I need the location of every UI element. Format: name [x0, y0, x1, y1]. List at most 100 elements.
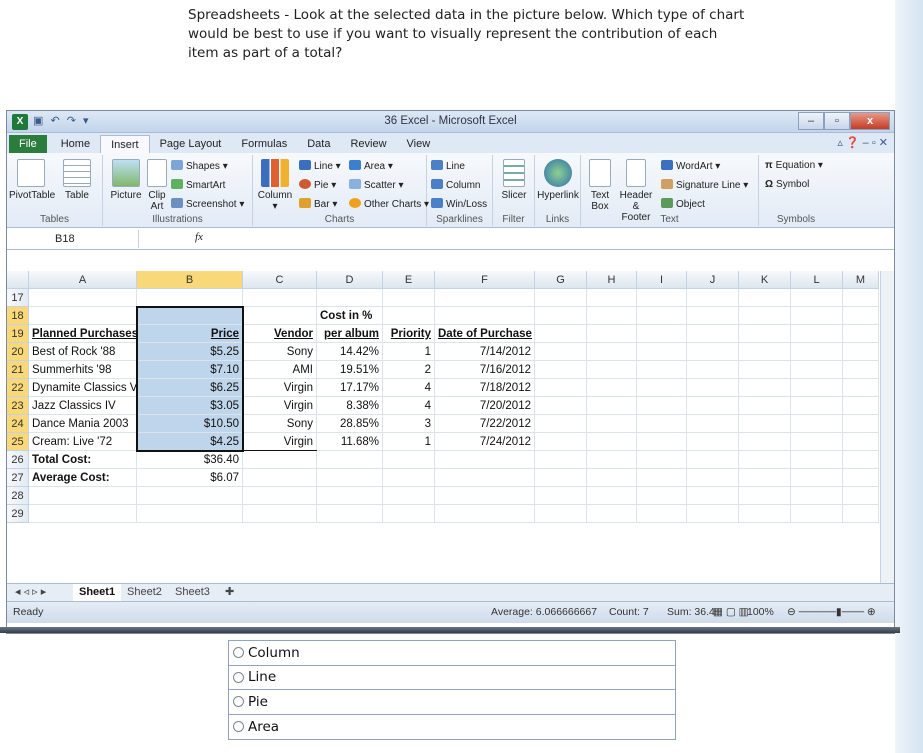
- grid-cell[interactable]: [687, 415, 739, 433]
- grid-cell[interactable]: [843, 289, 879, 307]
- slicer-button[interactable]: Slicer: [497, 159, 531, 201]
- cell-e21[interactable]: 2: [383, 361, 435, 379]
- grid-cell[interactable]: [791, 469, 843, 487]
- grid-cell[interactable]: [739, 415, 791, 433]
- column-header-m[interactable]: M: [843, 271, 879, 289]
- cell-d20[interactable]: 14.42%: [317, 343, 383, 361]
- grid-cell[interactable]: [317, 505, 383, 523]
- grid-cell[interactable]: [587, 433, 637, 451]
- grid-cell[interactable]: [435, 451, 535, 469]
- cell-a26[interactable]: Total Cost:: [29, 451, 137, 469]
- cell-c25[interactable]: Virgin: [243, 433, 317, 451]
- cell-e20[interactable]: 1: [383, 343, 435, 361]
- cell-b24[interactable]: $10.50: [137, 415, 243, 433]
- grid-cell[interactable]: [791, 379, 843, 397]
- name-box[interactable]: B18: [7, 230, 139, 248]
- cell-c20[interactable]: Sony: [243, 343, 317, 361]
- close-button[interactable]: x: [850, 112, 890, 130]
- bar-chart-button[interactable]: Bar ▾: [299, 198, 337, 211]
- cell-f25[interactable]: 7/24/2012: [435, 433, 535, 451]
- row-header-19[interactable]: 19: [7, 325, 29, 343]
- cell-c21[interactable]: AMI: [243, 361, 317, 379]
- grid-cell[interactable]: [687, 343, 739, 361]
- grid-cell[interactable]: [739, 397, 791, 415]
- grid-cell[interactable]: [137, 289, 243, 307]
- column-header-i[interactable]: I: [637, 271, 687, 289]
- grid-cell[interactable]: [535, 361, 587, 379]
- grid-cell[interactable]: [243, 451, 317, 469]
- cell-e25[interactable]: 1: [383, 433, 435, 451]
- grid-cell[interactable]: [243, 505, 317, 523]
- grid-cell[interactable]: [843, 487, 879, 505]
- textbox-button[interactable]: Text Box: [585, 159, 615, 212]
- tab-sheet1[interactable]: Sheet1: [73, 584, 122, 601]
- grid-cell[interactable]: [739, 487, 791, 505]
- column-header-d[interactable]: D: [317, 271, 383, 289]
- minimize-button[interactable]: –: [798, 112, 824, 130]
- grid-cell[interactable]: [637, 415, 687, 433]
- cell-e24[interactable]: 3: [383, 415, 435, 433]
- grid-cell[interactable]: [435, 289, 535, 307]
- table-button[interactable]: Table: [57, 159, 97, 201]
- row-header-23[interactable]: 23: [7, 397, 29, 415]
- select-all-corner[interactable]: [7, 271, 29, 289]
- cell-e19[interactable]: Priority: [383, 325, 435, 343]
- clipart-button[interactable]: Clip Art: [145, 159, 169, 212]
- grid-cell[interactable]: [587, 415, 637, 433]
- grid-cell[interactable]: [535, 397, 587, 415]
- sparkline-column-button[interactable]: Column: [431, 179, 480, 192]
- tab-home[interactable]: Home: [51, 135, 100, 153]
- column-header-f[interactable]: F: [435, 271, 535, 289]
- cell-a20[interactable]: Best of Rock '88: [29, 343, 137, 361]
- grid-cell[interactable]: [637, 307, 687, 325]
- grid-cell[interactable]: [739, 289, 791, 307]
- grid-cell[interactable]: [687, 469, 739, 487]
- grid-cell[interactable]: [739, 343, 791, 361]
- tab-insert[interactable]: Insert: [100, 135, 150, 153]
- grid-cell[interactable]: [587, 397, 637, 415]
- grid-cell[interactable]: [687, 307, 739, 325]
- column-header-h[interactable]: H: [587, 271, 637, 289]
- grid-cell[interactable]: [843, 505, 879, 523]
- grid-cell[interactable]: [739, 325, 791, 343]
- row-header-22[interactable]: 22: [7, 379, 29, 397]
- cell-c19[interactable]: Vendor: [243, 325, 317, 343]
- grid-cell[interactable]: [637, 325, 687, 343]
- grid-cell[interactable]: [687, 361, 739, 379]
- grid-cell[interactable]: [29, 289, 137, 307]
- grid-cell[interactable]: [637, 433, 687, 451]
- cell-c22[interactable]: Virgin: [243, 379, 317, 397]
- tab-file[interactable]: File: [9, 135, 47, 153]
- cell-f24[interactable]: 7/22/2012: [435, 415, 535, 433]
- tab-sheet2[interactable]: Sheet2: [121, 584, 168, 601]
- grid-cell[interactable]: [843, 469, 879, 487]
- line-chart-button[interactable]: Line ▾: [299, 160, 341, 173]
- cell-b20[interactable]: $5.25: [137, 343, 243, 361]
- grid-cell[interactable]: [29, 487, 137, 505]
- grid-cell[interactable]: [791, 397, 843, 415]
- fx-icon[interactable]: fx: [147, 231, 203, 243]
- grid-cell[interactable]: [843, 397, 879, 415]
- grid-cell[interactable]: [739, 307, 791, 325]
- grid-cell[interactable]: [791, 505, 843, 523]
- row-header-20[interactable]: 20: [7, 343, 29, 361]
- column-header-c[interactable]: C: [243, 271, 317, 289]
- grid-cell[interactable]: [843, 379, 879, 397]
- cell-b26[interactable]: $36.40: [137, 451, 243, 469]
- grid-cell[interactable]: [791, 307, 843, 325]
- grid-cell[interactable]: [383, 451, 435, 469]
- grid-cell[interactable]: [535, 343, 587, 361]
- object-button[interactable]: Object: [661, 198, 705, 211]
- cell-d24[interactable]: 28.85%: [317, 415, 383, 433]
- grid-cell[interactable]: [137, 487, 243, 505]
- grid-cell[interactable]: [243, 487, 317, 505]
- grid-cell[interactable]: [687, 487, 739, 505]
- cell-f20[interactable]: 7/14/2012: [435, 343, 535, 361]
- column-header-j[interactable]: J: [687, 271, 739, 289]
- grid-cell[interactable]: [687, 289, 739, 307]
- symbol-button[interactable]: Ω Symbol: [765, 179, 809, 191]
- grid-cell[interactable]: [535, 307, 587, 325]
- grid-cell[interactable]: [843, 451, 879, 469]
- grid-cell[interactable]: [317, 487, 383, 505]
- grid-cell[interactable]: [637, 451, 687, 469]
